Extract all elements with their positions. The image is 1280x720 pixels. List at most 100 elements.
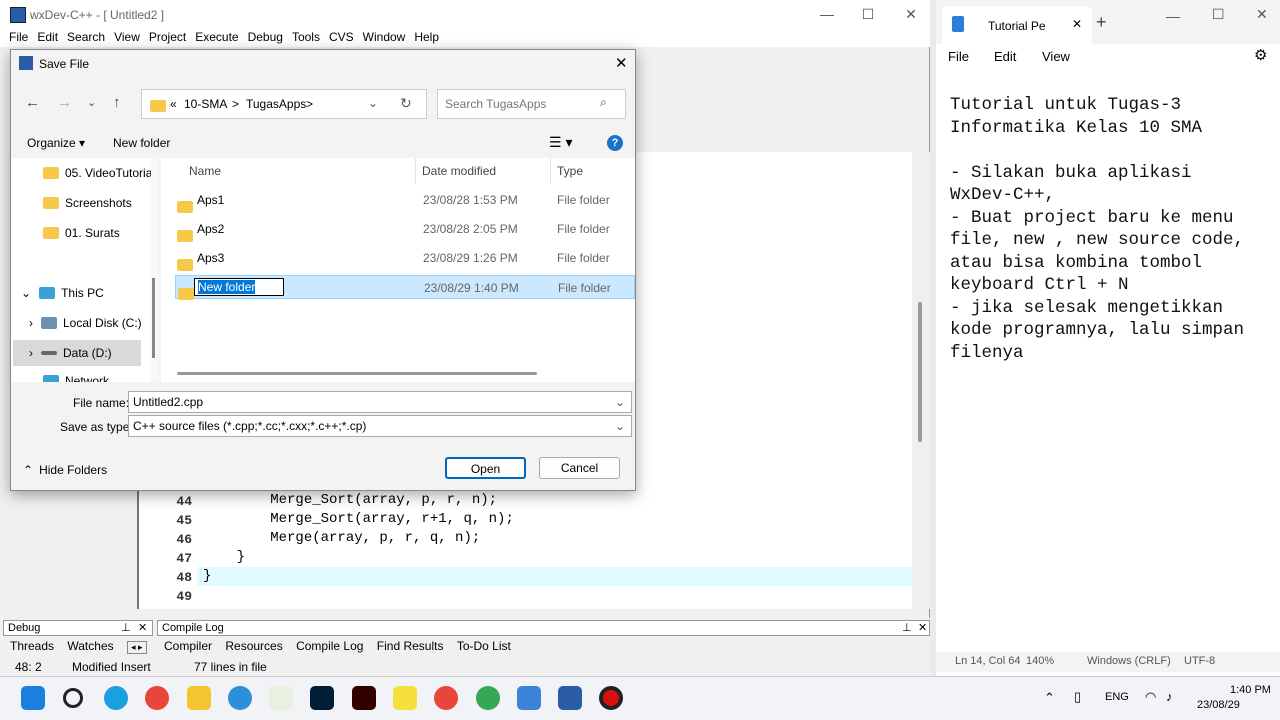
tab-scroll-arrows[interactable]: ◂ ▸ (126, 641, 147, 654)
horizontal-scrollbar[interactable] (177, 372, 537, 375)
search-icon[interactable] (63, 688, 83, 708)
menu-edit[interactable]: Edit (37, 29, 58, 45)
menu-edit[interactable]: Edit (994, 49, 1016, 64)
tab-find-results[interactable]: Find Results (377, 639, 444, 653)
nav-item-this-pc[interactable]: ⌄ This PC (21, 280, 104, 306)
nav-scrollbar[interactable] (151, 158, 159, 382)
file-row[interactable]: Aps2 23/08/28 2:05 PM File folder (175, 217, 635, 242)
clock-time[interactable]: 1:40 PM (1230, 684, 1271, 696)
illustrator-icon[interactable] (352, 686, 376, 710)
tab-compiler[interactable]: Compiler (164, 639, 212, 653)
save-type-select[interactable]: C++ source files (*.cpp;*.cc;*.cxx;*.c++… (128, 415, 632, 437)
back-icon[interactable]: ← (25, 94, 40, 111)
chrome-profile-icon[interactable] (434, 686, 458, 710)
chevron-down-icon[interactable]: ⌄ (615, 416, 625, 436)
chrome-icon[interactable] (145, 686, 169, 710)
new-folder-button[interactable]: New folder (113, 136, 170, 150)
app-icon[interactable] (228, 686, 252, 710)
breadcrumb-overflow[interactable]: « (170, 97, 177, 111)
menu-file[interactable]: File (948, 49, 969, 64)
snipping-tool-icon[interactable] (269, 686, 293, 710)
file-name-field[interactable]: Untitled2.cpp ⌄ (128, 391, 632, 413)
maximize-button[interactable]: ☐ (845, 0, 891, 29)
pin-icon[interactable]: ⊥ (121, 621, 131, 635)
forward-icon[interactable]: → (57, 94, 72, 111)
search-box[interactable]: Search TugasApps ⌕ (437, 89, 626, 119)
close-icon[interactable]: ✕ (918, 621, 927, 635)
address-dropdown-icon[interactable]: ⌄ (368, 96, 378, 110)
chevron-up-icon[interactable]: ⌃ (1044, 690, 1055, 706)
search-icon[interactable]: ⌕ (600, 95, 607, 110)
dialog-close-icon[interactable]: ✕ (615, 54, 628, 72)
column-type[interactable]: Type (557, 158, 583, 184)
maximize-button[interactable]: ☐ (1212, 6, 1225, 23)
breadcrumb-10-sma[interactable]: 10-SMA (184, 97, 227, 111)
menu-file[interactable]: File (9, 29, 28, 45)
tab-compile-log[interactable]: Compile Log (296, 639, 363, 653)
notepad-tab[interactable]: Tutorial Pe ✕ (942, 6, 1092, 44)
edge-icon[interactable] (104, 686, 128, 710)
menu-search[interactable]: Search (67, 29, 105, 45)
open-button[interactable]: Open (445, 457, 526, 479)
new-tab-icon[interactable]: + (1096, 12, 1107, 33)
devcpp-taskbar-icon[interactable] (558, 686, 582, 710)
tab-resources[interactable]: Resources (225, 639, 282, 653)
menu-view[interactable]: View (1042, 49, 1070, 64)
menu-help[interactable]: Help (414, 29, 439, 45)
view-options-icon[interactable]: ☰ ▾ (549, 134, 572, 151)
nav-item-local-disk[interactable]: › Local Disk (C:) (29, 310, 142, 336)
file-name-input[interactable]: Untitled2.cpp (133, 395, 203, 409)
notepad-text[interactable]: Tutorial untuk Tugas-3 Informatika Kelas… (950, 94, 1280, 364)
refresh-icon[interactable]: ↻ (400, 95, 412, 112)
usb-icon[interactable]: ▯ (1074, 689, 1081, 705)
file-row[interactable]: Aps1 23/08/28 1:53 PM File folder (175, 188, 635, 213)
menu-cvs[interactable]: CVS (329, 29, 354, 45)
cancel-button[interactable]: Cancel (539, 457, 620, 479)
nav-item-network[interactable]: Network (43, 370, 109, 382)
minimize-button[interactable]: — (804, 0, 850, 29)
up-icon[interactable]: ↑ (113, 94, 121, 111)
pin-icon[interactable]: ⊥ (902, 621, 912, 635)
wifi-icon[interactable]: ◠ (1145, 689, 1156, 705)
chrome-profile-2-icon[interactable] (476, 686, 500, 710)
organize-button[interactable]: Organize ▾ (27, 136, 85, 150)
notepad-taskbar-icon[interactable] (517, 686, 541, 710)
tab-todo-list[interactable]: To-Do List (457, 639, 511, 653)
close-icon[interactable]: ✕ (138, 621, 147, 635)
menu-execute[interactable]: Execute (195, 29, 238, 45)
column-name[interactable]: Name (189, 158, 221, 184)
nav-item[interactable]: 01. Surats (43, 220, 120, 246)
photoshop-icon[interactable] (310, 686, 334, 710)
expand-icon[interactable]: › (29, 346, 33, 360)
chevron-down-icon[interactable]: ⌄ (615, 392, 625, 412)
menu-tools[interactable]: Tools (292, 29, 320, 45)
close-button[interactable]: ✕ (1256, 6, 1268, 23)
gear-icon[interactable]: ⚙ (1254, 46, 1267, 64)
chevron-down-icon[interactable]: ⌄ (87, 96, 96, 109)
scroll-thumb[interactable] (918, 302, 922, 442)
language-indicator[interactable]: ENG (1105, 691, 1129, 703)
menu-project[interactable]: Project (149, 29, 186, 45)
tab-close-icon[interactable]: ✕ (1072, 17, 1082, 31)
sticky-notes-icon[interactable] (393, 686, 417, 710)
menu-window[interactable]: Window (363, 29, 406, 45)
rename-input[interactable]: New folder (194, 278, 284, 296)
editor-scrollbar[interactable] (912, 152, 930, 609)
file-row-selected[interactable]: New folder 23/08/29 1:40 PM File folder (175, 275, 635, 300)
volume-icon[interactable]: ♪ (1166, 689, 1173, 704)
column-date-modified[interactable]: Date modified (422, 158, 496, 184)
file-explorer-icon[interactable] (187, 686, 211, 710)
nav-item-data-d[interactable]: › Data (D:) (13, 340, 141, 366)
expand-icon[interactable]: › (29, 316, 33, 330)
tab-threads[interactable]: Threads (10, 639, 54, 653)
nav-item[interactable]: 05. VideoTutoria (43, 160, 152, 186)
address-bar[interactable]: « 10-SMA > TugasApps > ⌄ ↻ (141, 89, 427, 119)
help-icon[interactable]: ? (607, 135, 623, 151)
tab-watches[interactable]: Watches (67, 639, 113, 653)
nav-item[interactable]: Screenshots (43, 190, 132, 216)
scroll-thumb[interactable] (152, 278, 155, 358)
clock-date[interactable]: 23/08/29 (1197, 699, 1240, 711)
file-row[interactable]: Aps3 23/08/29 1:26 PM File folder (175, 246, 635, 271)
expand-icon[interactable]: ⌄ (21, 286, 31, 300)
menu-debug[interactable]: Debug (248, 29, 283, 45)
